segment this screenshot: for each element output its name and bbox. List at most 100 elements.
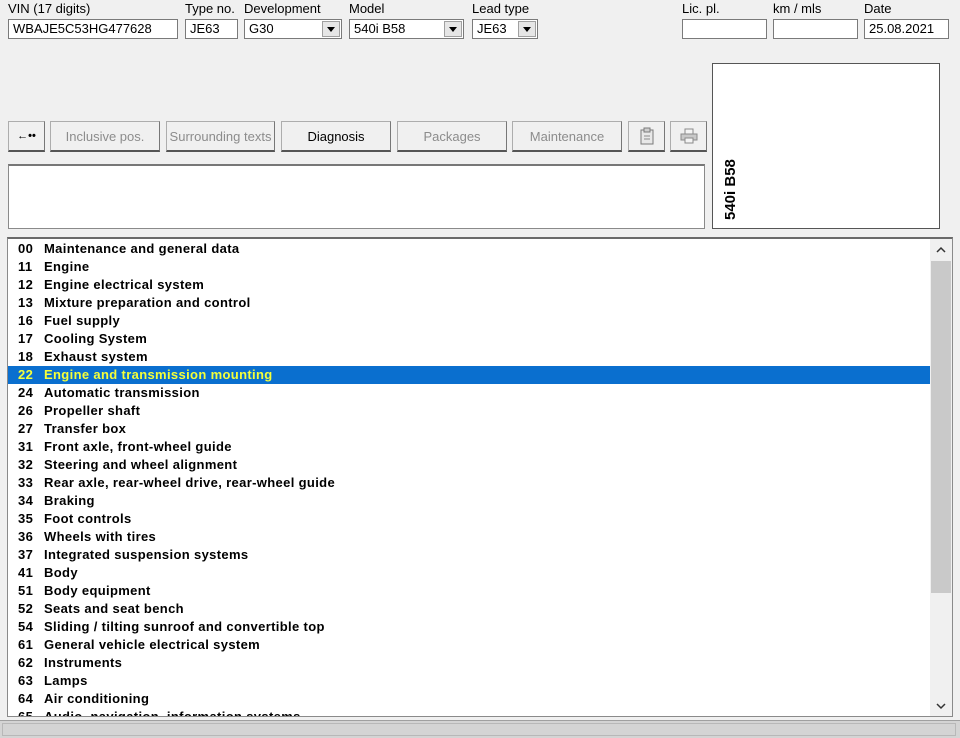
development-value: G30 (249, 21, 274, 36)
group-code: 54 (18, 619, 34, 634)
group-name: Fuel supply (44, 313, 121, 328)
group-code: 00 (18, 241, 34, 256)
list-item[interactable]: 33 Rear axle, rear-wheel drive, rear-whee… (8, 474, 931, 492)
lic-pl-label: Lic. pl. (682, 1, 720, 16)
list-item[interactable]: 24 Automatic transmission (8, 384, 931, 402)
list-item[interactable]: 64 Air conditioning (8, 690, 931, 708)
scroll-up-icon[interactable] (934, 242, 948, 256)
list-item[interactable]: 18 Exhaust system (8, 348, 931, 366)
group-code: 31 (18, 439, 34, 454)
maintenance-button[interactable]: Maintenance (512, 121, 622, 152)
lic-pl-field[interactable] (682, 19, 767, 39)
chevron-down-icon[interactable] (444, 21, 462, 37)
group-code: 35 (18, 511, 34, 526)
print-button[interactable] (670, 121, 707, 152)
description-text-area[interactable] (8, 164, 705, 229)
list-item[interactable]: 16 Fuel supply (8, 312, 931, 330)
lead-type-value: JE63 (477, 21, 507, 36)
list-item[interactable]: 00 Maintenance and general data (8, 240, 931, 258)
group-name: Integrated suspension systems (44, 547, 249, 562)
list-item[interactable]: 54 Sliding / tilting sunroof and converti… (8, 618, 931, 636)
group-code: 64 (18, 691, 34, 706)
group-code: 41 (18, 565, 34, 580)
group-name: General vehicle electrical system (44, 637, 261, 652)
chevron-down-icon[interactable] (322, 21, 340, 37)
group-name: Mixture preparation and control (44, 295, 251, 310)
list-item[interactable]: 13 Mixture preparation and control (8, 294, 931, 312)
main-group-list[interactable]: 00 Maintenance and general data 11 Engine 12… (7, 237, 953, 717)
group-name: Instruments (44, 655, 123, 670)
group-name: Engine and transmission mounting (44, 367, 273, 382)
group-name: Lamps (44, 673, 88, 688)
group-code: 62 (18, 655, 34, 670)
group-name: Front axle, front-wheel guide (44, 439, 232, 454)
list-item[interactable]: 63 Lamps (8, 672, 931, 690)
group-code: 34 (18, 493, 34, 508)
group-code: 12 (18, 277, 34, 292)
list-item[interactable]: 17 Cooling System (8, 330, 931, 348)
date-field[interactable]: 25.08.2021 (864, 19, 949, 39)
inclusive-pos-button[interactable]: Inclusive pos. (50, 121, 160, 152)
list-item[interactable]: 31 Front axle, front-wheel guide (8, 438, 931, 456)
back-button[interactable]: ←•• (8, 121, 45, 152)
status-bar-panel (2, 723, 956, 736)
status-bar (0, 720, 960, 738)
list-item[interactable]: 36 Wheels with tires (8, 528, 931, 546)
list-item[interactable]: 34 Braking (8, 492, 931, 510)
list-item[interactable]: 52 Seats and seat bench (8, 600, 931, 618)
group-name: Foot controls (44, 511, 132, 526)
group-name: Braking (44, 493, 95, 508)
development-select[interactable]: G30 (244, 19, 342, 39)
date-label: Date (864, 1, 892, 16)
group-name: Steering and wheel alignment (44, 457, 238, 472)
list-item[interactable]: 26 Propeller shaft (8, 402, 931, 420)
vertical-scrollbar[interactable] (930, 239, 952, 716)
clipboard-button[interactable] (628, 121, 665, 152)
printer-icon (680, 128, 697, 144)
development-label: Development (244, 1, 321, 16)
vin-field[interactable]: WBAJE5C53HG477628 (8, 19, 178, 39)
km-mls-field[interactable] (773, 19, 858, 39)
km-mls-label: km / mls (773, 1, 822, 16)
list-item[interactable]: 32 Steering and wheel alignment (8, 456, 931, 474)
group-name: Exhaust system (44, 349, 148, 364)
list-item[interactable]: 22 Engine and transmission mounting (8, 366, 931, 384)
group-code: 26 (18, 403, 34, 418)
group-code: 22 (18, 367, 34, 382)
group-code: 11 (18, 259, 33, 274)
group-name: Maintenance and general data (44, 241, 240, 256)
list-item[interactable]: 35 Foot controls (8, 510, 931, 528)
model-label: Model (349, 1, 385, 16)
list-item[interactable]: 41 Body (8, 564, 931, 582)
packages-button[interactable]: Packages (397, 121, 507, 152)
group-code: 61 (18, 637, 34, 652)
group-code: 37 (18, 547, 34, 562)
group-name: Sliding / tilting sunroof and convertibl… (44, 619, 325, 634)
group-code: 65 (18, 709, 34, 717)
group-code: 24 (18, 385, 34, 400)
group-code: 27 (18, 421, 34, 436)
diagnosis-button[interactable]: Diagnosis (281, 121, 391, 152)
lead-type-label: Lead type (472, 1, 530, 16)
group-code: 52 (18, 601, 34, 616)
scrollbar-thumb[interactable] (931, 261, 951, 593)
model-select[interactable]: 540i B58 (349, 19, 464, 39)
list-item[interactable]: 27 Transfer box (8, 420, 931, 438)
type-no-field[interactable]: JE63 (185, 19, 238, 39)
lead-type-select[interactable]: JE63 (472, 19, 538, 39)
group-name: Body (44, 565, 78, 580)
list-item[interactable]: 37 Integrated suspension systems (8, 546, 931, 564)
list-item[interactable]: 61 General vehicle electrical system (8, 636, 931, 654)
group-name: Engine (44, 259, 90, 274)
list-item[interactable]: 65 Audio, navigation, information systems (8, 708, 931, 717)
surrounding-texts-button[interactable]: Surrounding texts (166, 121, 275, 152)
list-item[interactable]: 51 Body equipment (8, 582, 931, 600)
list-item[interactable]: 12 Engine electrical system (8, 276, 931, 294)
list-item[interactable]: 11 Engine (8, 258, 931, 276)
type-no-label: Type no. (185, 1, 235, 16)
model-image-panel: 540i B58 (712, 63, 940, 229)
list-item[interactable]: 62 Instruments (8, 654, 931, 672)
group-code: 13 (18, 295, 34, 310)
chevron-down-icon[interactable] (518, 21, 536, 37)
scroll-down-icon[interactable] (934, 699, 948, 713)
